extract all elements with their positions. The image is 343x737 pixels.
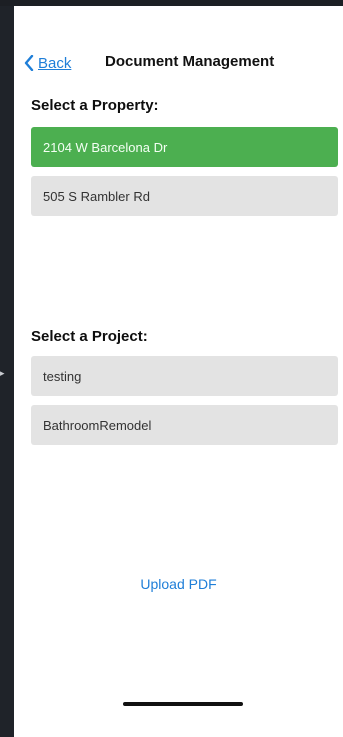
project-item-1[interactable]: testing: [31, 356, 338, 396]
project-section-title: Select a Project:: [31, 328, 148, 345]
project-item-label: testing: [43, 368, 82, 384]
property-item-label: 2104 W Barcelona Dr: [43, 139, 168, 155]
navigation-bar: Back Document Management: [14, 50, 343, 76]
project-item-2[interactable]: BathroomRemodel: [31, 405, 338, 445]
property-section-title: Select a Property:: [31, 97, 159, 114]
device-frame: ▸ Back Document Management Select a Prop…: [0, 0, 343, 737]
home-indicator: [123, 702, 243, 706]
back-label[interactable]: Back: [38, 55, 71, 72]
upload-pdf-button[interactable]: Upload PDF: [14, 576, 343, 592]
property-item-label: 505 S Rambler Rd: [43, 188, 150, 204]
arrow-right-icon: ▸: [0, 368, 5, 378]
property-item-1[interactable]: 2104 W Barcelona Dr: [31, 127, 338, 167]
app-screen: Back Document Management Select a Proper…: [14, 6, 343, 737]
chevron-left-icon: [24, 55, 34, 71]
page-title: Document Management: [105, 53, 275, 70]
property-item-2[interactable]: 505 S Rambler Rd: [31, 176, 338, 216]
back-button[interactable]: Back: [24, 52, 71, 74]
project-item-label: BathroomRemodel: [43, 417, 152, 433]
